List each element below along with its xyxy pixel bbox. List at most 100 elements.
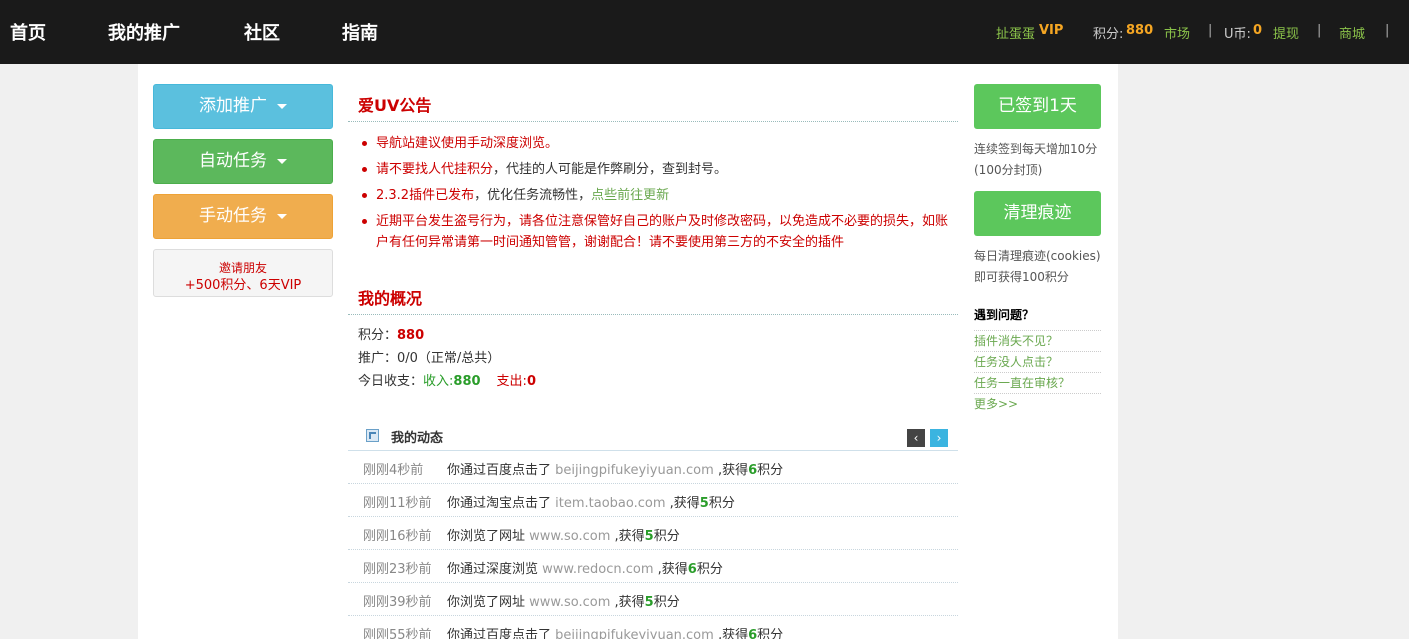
points-value: 880 (397, 328, 425, 343)
activity-url: beijingpifukeyiyuan.com (555, 463, 714, 478)
caret-down-icon (277, 158, 287, 164)
activity-time: 刚刚16秒前 (363, 529, 432, 544)
invite-reward: +500积分、6天VIP (184, 278, 302, 293)
activity-row: 刚刚16秒前 你浏览了网址 www.so.com ,获得5积分 (348, 517, 958, 550)
activity-url: www.so.com (529, 529, 611, 544)
today-label: 今日收支： (358, 374, 424, 389)
prev-arrow-icon[interactable]: ‹ (907, 429, 925, 447)
separator: | (1385, 23, 1390, 38)
bullet-icon (362, 193, 367, 198)
user-links: 扯蛋蛋 VIP 积分: 880 市场 | U币: 0 提现 | 商城 | (989, 23, 1409, 43)
announcement-text: ，优化任务流畅性， (474, 188, 592, 203)
income-value: 880 (453, 374, 481, 389)
activity-message: 你通过百度点击了 beijingpifukeyiyuan.com ,获得6积分 (447, 624, 783, 639)
nav-community[interactable]: 社区 (244, 19, 280, 45)
activity-row: 刚刚11秒前 你通过淘宝点击了 item.taobao.com ,获得5积分 (348, 484, 958, 517)
shop-link[interactable]: 商城 (1339, 23, 1365, 42)
activity-time: 刚刚55秒前 (363, 628, 432, 639)
activity-url: www.so.com (529, 595, 611, 610)
overview-today: 今日收支：收入:880 支出:0 (358, 370, 536, 389)
clear-traces-button[interactable]: 清理痕迹 (974, 191, 1101, 236)
activity-message: 你通过深度浏览 www.redocn.com ,获得6积分 (447, 562, 723, 577)
divider (348, 314, 958, 315)
announcement-text: ，代挂的人可能是作弊刷分，查到封号。 (493, 162, 728, 177)
caret-down-icon (277, 213, 287, 219)
activity-time: 刚刚39秒前 (363, 595, 432, 610)
help-link-under-review[interactable]: 任务一直在审核？ (974, 372, 1101, 393)
nav-home[interactable]: 首页 (10, 19, 46, 45)
overview-points: 积分：880 (358, 324, 424, 343)
clear-traces-description: 每日清理痕迹(cookies) 即可获得100积分 (974, 246, 1104, 288)
announcement-item: 请不要找人代挂积分，代挂的人可能是作弊刷分，查到封号。 (362, 159, 956, 180)
nav-my-promotion[interactable]: 我的推广 (108, 19, 180, 45)
help-link-plugin-missing[interactable]: 插件消失不见？ (974, 330, 1101, 351)
activity-time: 刚刚23秒前 (363, 562, 432, 577)
bullet-icon (362, 219, 367, 224)
points-label: 积分： (358, 328, 398, 343)
sign-in-description: 连续签到每天增加10分 (100分封顶) (974, 139, 1104, 181)
help-title: 遇到问题？ (974, 308, 1035, 322)
separator: | (1208, 23, 1213, 38)
activity-message: 你通过百度点击了 beijingpifukeyiyuan.com ,获得6积分 (447, 463, 784, 478)
activity-row: 刚刚39秒前 你浏览了网址 www.so.com ,获得5积分 (348, 583, 958, 616)
activity-row: 刚刚4秒前 你通过百度点击了 beijingpifukeyiyuan.com ,… (348, 451, 958, 484)
invite-friends-button[interactable]: 邀请朋友 +500积分、6天VIP (153, 249, 333, 297)
dynamics-header: 我的动态 ‹ › (364, 426, 949, 450)
announcement-item: 导航站建议使用手动深度浏览。 (362, 133, 956, 154)
username-link[interactable]: 扯蛋蛋 (996, 23, 1035, 42)
activity-points: 6 (748, 463, 758, 478)
activity-time: 刚刚4秒前 (363, 463, 424, 478)
activity-points: 6 (687, 562, 697, 577)
manual-task-button[interactable]: 手动任务 (153, 194, 333, 239)
signed-in-button[interactable]: 已签到1天 (974, 84, 1101, 129)
main-container: 添加推广 自动任务 手动任务 邀请朋友 +500积分、6天VIP 爱UV公告 导… (138, 64, 1118, 639)
activity-points: 5 (699, 496, 709, 511)
overview-promotion: 推广：0/0（正常/总共） (358, 351, 501, 366)
top-bar: 首页 我的推广 社区 指南 扯蛋蛋 VIP 积分: 880 市场 | U币: 0… (0, 0, 1409, 64)
activity-message: 你通过淘宝点击了 item.taobao.com ,获得5积分 (447, 496, 735, 511)
activity-url: www.redocn.com (542, 562, 654, 577)
points-value: 880 (1126, 23, 1154, 38)
sign-in-desc-line: (100分封顶) (974, 163, 1043, 177)
ucoin-value: 0 (1253, 23, 1263, 38)
help-link-no-clicks[interactable]: 任务没人点击？ (974, 351, 1101, 372)
activity-points: 5 (644, 529, 654, 544)
next-arrow-icon[interactable]: › (930, 429, 948, 447)
expense-value: 0 (526, 374, 536, 389)
announcement-title: 爱UV公告 (358, 96, 432, 115)
expense-label: 支出: (496, 374, 527, 389)
announcement-text: 近期平台发生盗号行为，请各位注意保管好自己的账户及时修改密码，以免造成不必要的损… (376, 214, 949, 250)
nav-guide[interactable]: 指南 (342, 19, 378, 45)
income-label: 收入: (423, 374, 454, 389)
update-plugin-link[interactable]: 点些前往更新 (591, 188, 669, 203)
bullet-icon (362, 141, 367, 146)
activity-message: 你浏览了网址 www.so.com ,获得5积分 (447, 529, 680, 544)
dynamics-title: 我的动态 (391, 431, 444, 446)
announcement-item: 近期平台发生盗号行为，请各位注意保管好自己的账户及时修改密码，以免造成不必要的损… (362, 211, 956, 253)
activity-message: 你浏览了网址 www.so.com ,获得5积分 (447, 595, 680, 610)
market-link[interactable]: 市场 (1164, 23, 1190, 42)
activity-time: 刚刚11秒前 (363, 496, 432, 511)
withdraw-link[interactable]: 提现 (1273, 23, 1299, 42)
auto-task-label: 自动任务 (199, 151, 267, 171)
bullet-icon (362, 167, 367, 172)
activity-url: beijingpifukeyiyuan.com (555, 628, 714, 639)
announcement-text-highlight: 2.3.2插件已发布 (376, 188, 475, 203)
clear-desc-line: 即可获得100积分 (974, 270, 1069, 284)
sign-in-desc-line: 连续签到每天增加10分 (974, 142, 1098, 156)
announcement-text: 导航站建议使用手动深度浏览。 (376, 136, 559, 151)
activity-row: 刚刚23秒前 你通过深度浏览 www.redocn.com ,获得6积分 (348, 550, 958, 583)
caret-down-icon (277, 103, 287, 109)
activity-url: item.taobao.com (555, 496, 666, 511)
announcement-item: 2.3.2插件已发布，优化任务流畅性，点些前往更新 (362, 185, 956, 206)
activity-row: 刚刚55秒前 你通过百度点击了 beijingpifukeyiyuan.com … (348, 616, 958, 639)
clear-desc-line: 每日清理痕迹(cookies) (974, 249, 1101, 263)
vip-badge[interactable]: VIP (1039, 23, 1063, 38)
overview-title: 我的概况 (358, 289, 423, 308)
add-promotion-button[interactable]: 添加推广 (153, 84, 333, 129)
auto-task-button[interactable]: 自动任务 (153, 139, 333, 184)
divider (348, 121, 958, 122)
announcement-text-highlight: 请不要找人代挂积分 (376, 162, 494, 177)
ucoin-label: U币: (1224, 27, 1251, 42)
help-link-more[interactable]: 更多>> (974, 393, 1101, 414)
